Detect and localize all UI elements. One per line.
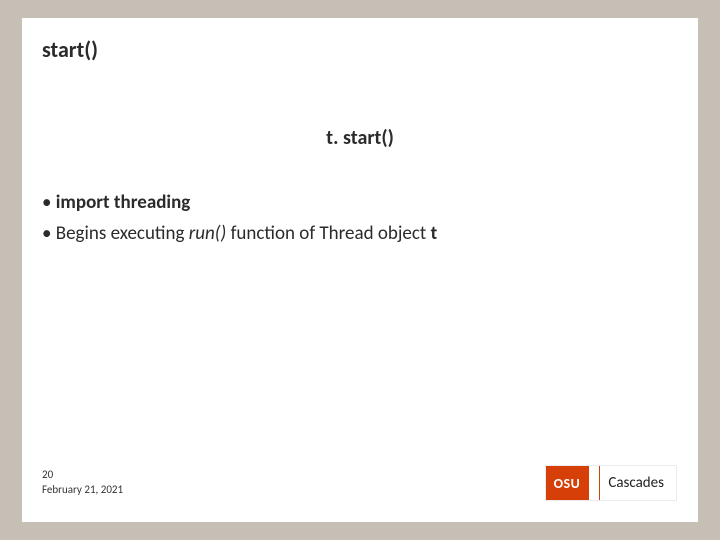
- bullet-1-text: import threading: [56, 191, 191, 214]
- bullet-item-2: Begins executing run() function of Threa…: [42, 219, 437, 248]
- slide-subtitle: t. start(): [22, 126, 698, 150]
- slide-title: start(): [42, 36, 98, 63]
- bullet-list: import threading Begins executing run() …: [42, 188, 437, 251]
- page-number: 20: [42, 468, 123, 483]
- bullet-2-prefix: Begins executing: [56, 222, 189, 245]
- logo-osu-badge: OSU: [546, 466, 589, 500]
- slide-footer: 20 February 21, 2021: [42, 468, 123, 498]
- footer-date: February 21, 2021: [42, 483, 123, 498]
- slide-frame: start() t. start() import threading Begi…: [0, 0, 720, 540]
- bullet-2-run: run(): [189, 222, 227, 245]
- slide-content: start() t. start() import threading Begi…: [22, 18, 698, 522]
- logo-divider: [599, 466, 600, 500]
- logo-cascades-text: Cascades: [588, 466, 676, 500]
- bullet-item-1: import threading: [42, 188, 437, 217]
- logo-cascades-label: Cascades: [608, 474, 664, 492]
- osu-cascades-logo: OSU Cascades: [546, 466, 676, 500]
- bullet-2-t: t: [431, 222, 438, 245]
- bullet-2-mid: function of Thread object: [226, 222, 430, 245]
